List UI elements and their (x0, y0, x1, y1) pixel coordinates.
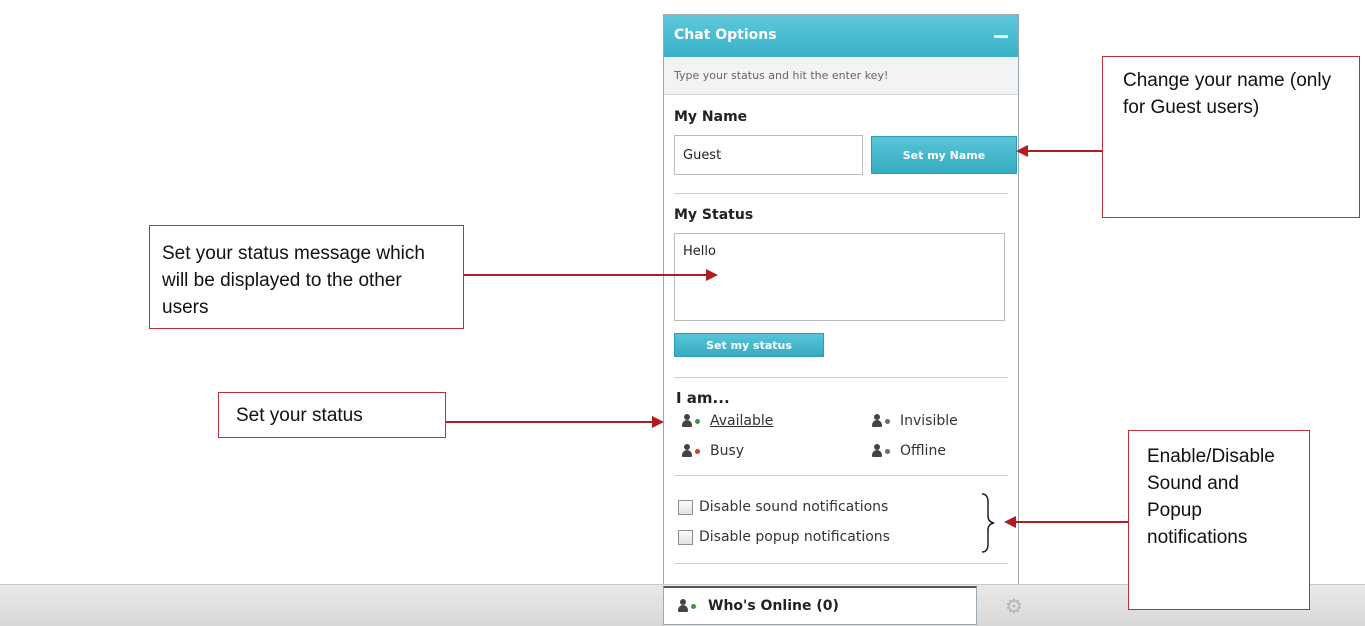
brace-icon (981, 493, 995, 553)
arrow-line (464, 274, 708, 276)
disable-sound-checkbox[interactable] (678, 499, 693, 515)
minimize-icon[interactable] (994, 35, 1008, 38)
whos-online-tab[interactable]: Who's Online (0) (663, 586, 977, 625)
set-name-button[interactable]: Set my Name (871, 136, 1017, 174)
arrow-line (1014, 521, 1128, 523)
set-status-button[interactable]: Set my status (674, 333, 824, 357)
my-name-label: My Name (674, 109, 748, 125)
status-option-invisible[interactable]: Invisible (872, 413, 958, 429)
callout-set-status-text: Set your status (236, 405, 363, 426)
arrow-head-icon (706, 269, 718, 281)
user-busy-icon (682, 444, 704, 458)
panel-title: Chat Options (674, 27, 777, 43)
callout-status-message-text: Set your status message which will be di… (162, 243, 425, 318)
disable-popup-row[interactable]: Disable popup notifications (678, 529, 890, 545)
disable-sound-row[interactable]: Disable sound notifications (678, 499, 888, 515)
arrow-line (446, 421, 652, 423)
user-offline-icon (872, 444, 894, 458)
user-available-icon (682, 414, 704, 428)
disable-popup-checkbox[interactable] (678, 529, 693, 545)
divider (674, 377, 1008, 378)
disable-popup-label: Disable popup notifications (699, 529, 890, 545)
status-option-label: Available (710, 413, 774, 429)
disable-sound-label: Disable sound notifications (699, 499, 889, 515)
status-option-available[interactable]: Available (682, 413, 773, 429)
arrow-head-icon (652, 416, 664, 428)
my-status-label: My Status (674, 207, 754, 223)
chat-options-panel: Chat Options Type your status and hit th… (663, 14, 1019, 584)
name-input[interactable] (674, 135, 863, 175)
arrow-line (1024, 150, 1102, 152)
callout-set-status: Set your status (218, 392, 446, 438)
status-hint: Type your status and hit the enter key! (664, 57, 1018, 95)
callout-notifications: Enable/Disable Sound and Popup notificat… (1128, 430, 1310, 610)
callout-status-message: Set your status message which will be di… (149, 225, 464, 329)
divider (674, 193, 1008, 194)
arrow-head-icon (1004, 516, 1016, 528)
status-option-label: Offline (900, 443, 946, 459)
arrow-head-icon (1016, 145, 1028, 157)
divider (674, 475, 1008, 476)
status-option-busy[interactable]: Busy (682, 443, 744, 459)
status-hint-text: Type your status and hit the enter key! (674, 69, 889, 82)
status-textarea[interactable]: Hello (674, 233, 1005, 321)
user-online-icon (678, 599, 700, 613)
gear-icon[interactable]: ⚙ (1005, 594, 1023, 618)
status-option-label: Invisible (900, 413, 958, 429)
divider (674, 563, 1008, 564)
callout-change-name: Change your name (only for Guest users) (1102, 56, 1360, 218)
i-am-label: I am... (676, 389, 730, 407)
user-invisible-icon (872, 414, 894, 428)
whos-online-label: Who's Online (0) (708, 598, 839, 614)
callout-notifications-text: Enable/Disable Sound and Popup notificat… (1147, 446, 1275, 548)
status-option-offline[interactable]: Offline (872, 443, 946, 459)
panel-header: Chat Options (664, 15, 1018, 57)
callout-change-name-text: Change your name (only for Guest users) (1123, 70, 1332, 118)
status-option-label: Busy (710, 443, 745, 459)
